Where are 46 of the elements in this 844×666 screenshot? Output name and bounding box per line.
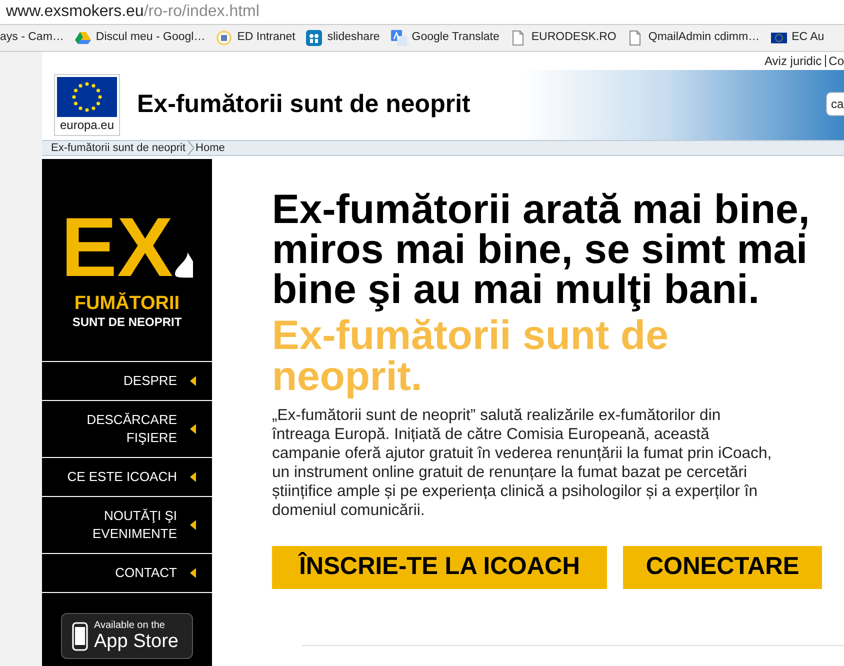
breadcrumb-link[interactable]: Home — [196, 140, 225, 156]
caret-icon — [190, 472, 196, 482]
top-link[interactable]: Aviz juridic — [764, 52, 822, 70]
bookmark[interactable]: ays - Cam… — [0, 29, 64, 47]
bookmark[interactable]: Discul meu - Googl… — [74, 29, 206, 47]
nav-item[interactable]: DESPRE — [42, 362, 212, 401]
page-icon — [510, 30, 526, 46]
logo-subtitle: SUNT DE NEOPRIT — [72, 315, 182, 329]
page-icon — [627, 30, 644, 46]
caret-icon — [190, 520, 196, 530]
nav-item[interactable]: CONTACT — [42, 554, 212, 593]
bookmark[interactable]: EC Au — [770, 29, 824, 47]
chevron-icon — [188, 141, 194, 155]
bookmark[interactable]: QmailAdmin cdimm… — [627, 29, 760, 47]
site-title: Ex-fumătorii sunt de neoprit — [137, 89, 470, 120]
caret-icon — [190, 424, 196, 434]
headline: Ex-fumătorii arată mai bine, miros mai bine, se simt mai bine şi au mai mulţi bani. — [272, 189, 811, 309]
badge-icon — [216, 30, 232, 46]
search-field[interactable]: ca — [826, 92, 844, 116]
nav-item[interactable]: NOUTĂŢI ŞI EVENIMENTE — [42, 497, 212, 554]
top-link[interactable]: Co — [828, 52, 844, 70]
logo-caption: europa.eu — [60, 117, 114, 133]
flag-icon — [770, 32, 787, 44]
nav-item[interactable]: DESCĂRCARE FIŞIERE — [42, 401, 212, 458]
intro-paragraph: „Ex-fumătorii sunt de neoprit” salută realizările ex-fumătorilor din întreaga Europă. Inițiată de către Comisia Europeană, această campanie oferă ajutor gratuit în vederea renunțării la fumat prin iCoach, un instrument online gratuit de renunțare la fumat bazat pe cercetări științifice ample și pe experiența clinică a psihologilor și a experților în domeniul comunicării. — [272, 406, 773, 520]
bookmark[interactable]: Google Translate — [390, 29, 500, 47]
cta-button[interactable]: ÎNSCRIE-TE LA ICOACH — [272, 546, 607, 589]
cta-button[interactable]: CONECTARE — [623, 546, 822, 589]
phone-icon — [72, 622, 88, 650]
translate-icon — [390, 30, 407, 46]
subheadline: Ex-fumătorii sunt de neoprit. — [272, 315, 670, 397]
logo-mark: EX — [60, 205, 174, 289]
triangle-logo-icon — [74, 30, 91, 46]
bookmark[interactable]: slideshare — [306, 29, 380, 47]
eu-flag-logo — [57, 77, 117, 117]
app-store-badge[interactable]: Available on the App Store — [61, 613, 193, 659]
nav-item[interactable]: CE ESTE ICOACH — [42, 458, 212, 497]
bookmark[interactable]: ED Intranet — [216, 29, 296, 47]
bookmark[interactable]: EURODESK.RO — [510, 29, 616, 47]
logo-title: FUMĂTORII — [74, 293, 180, 315]
caret-icon — [190, 568, 196, 578]
address-bar-url[interactable]: www.exsmokers.eu/ro-ro/index.html — [6, 0, 260, 24]
caret-icon — [190, 376, 196, 386]
drop-icon — [175, 251, 194, 279]
people-icon — [306, 30, 322, 46]
breadcrumb-link[interactable]: Ex-fumătorii sunt de neoprit — [51, 140, 186, 156]
